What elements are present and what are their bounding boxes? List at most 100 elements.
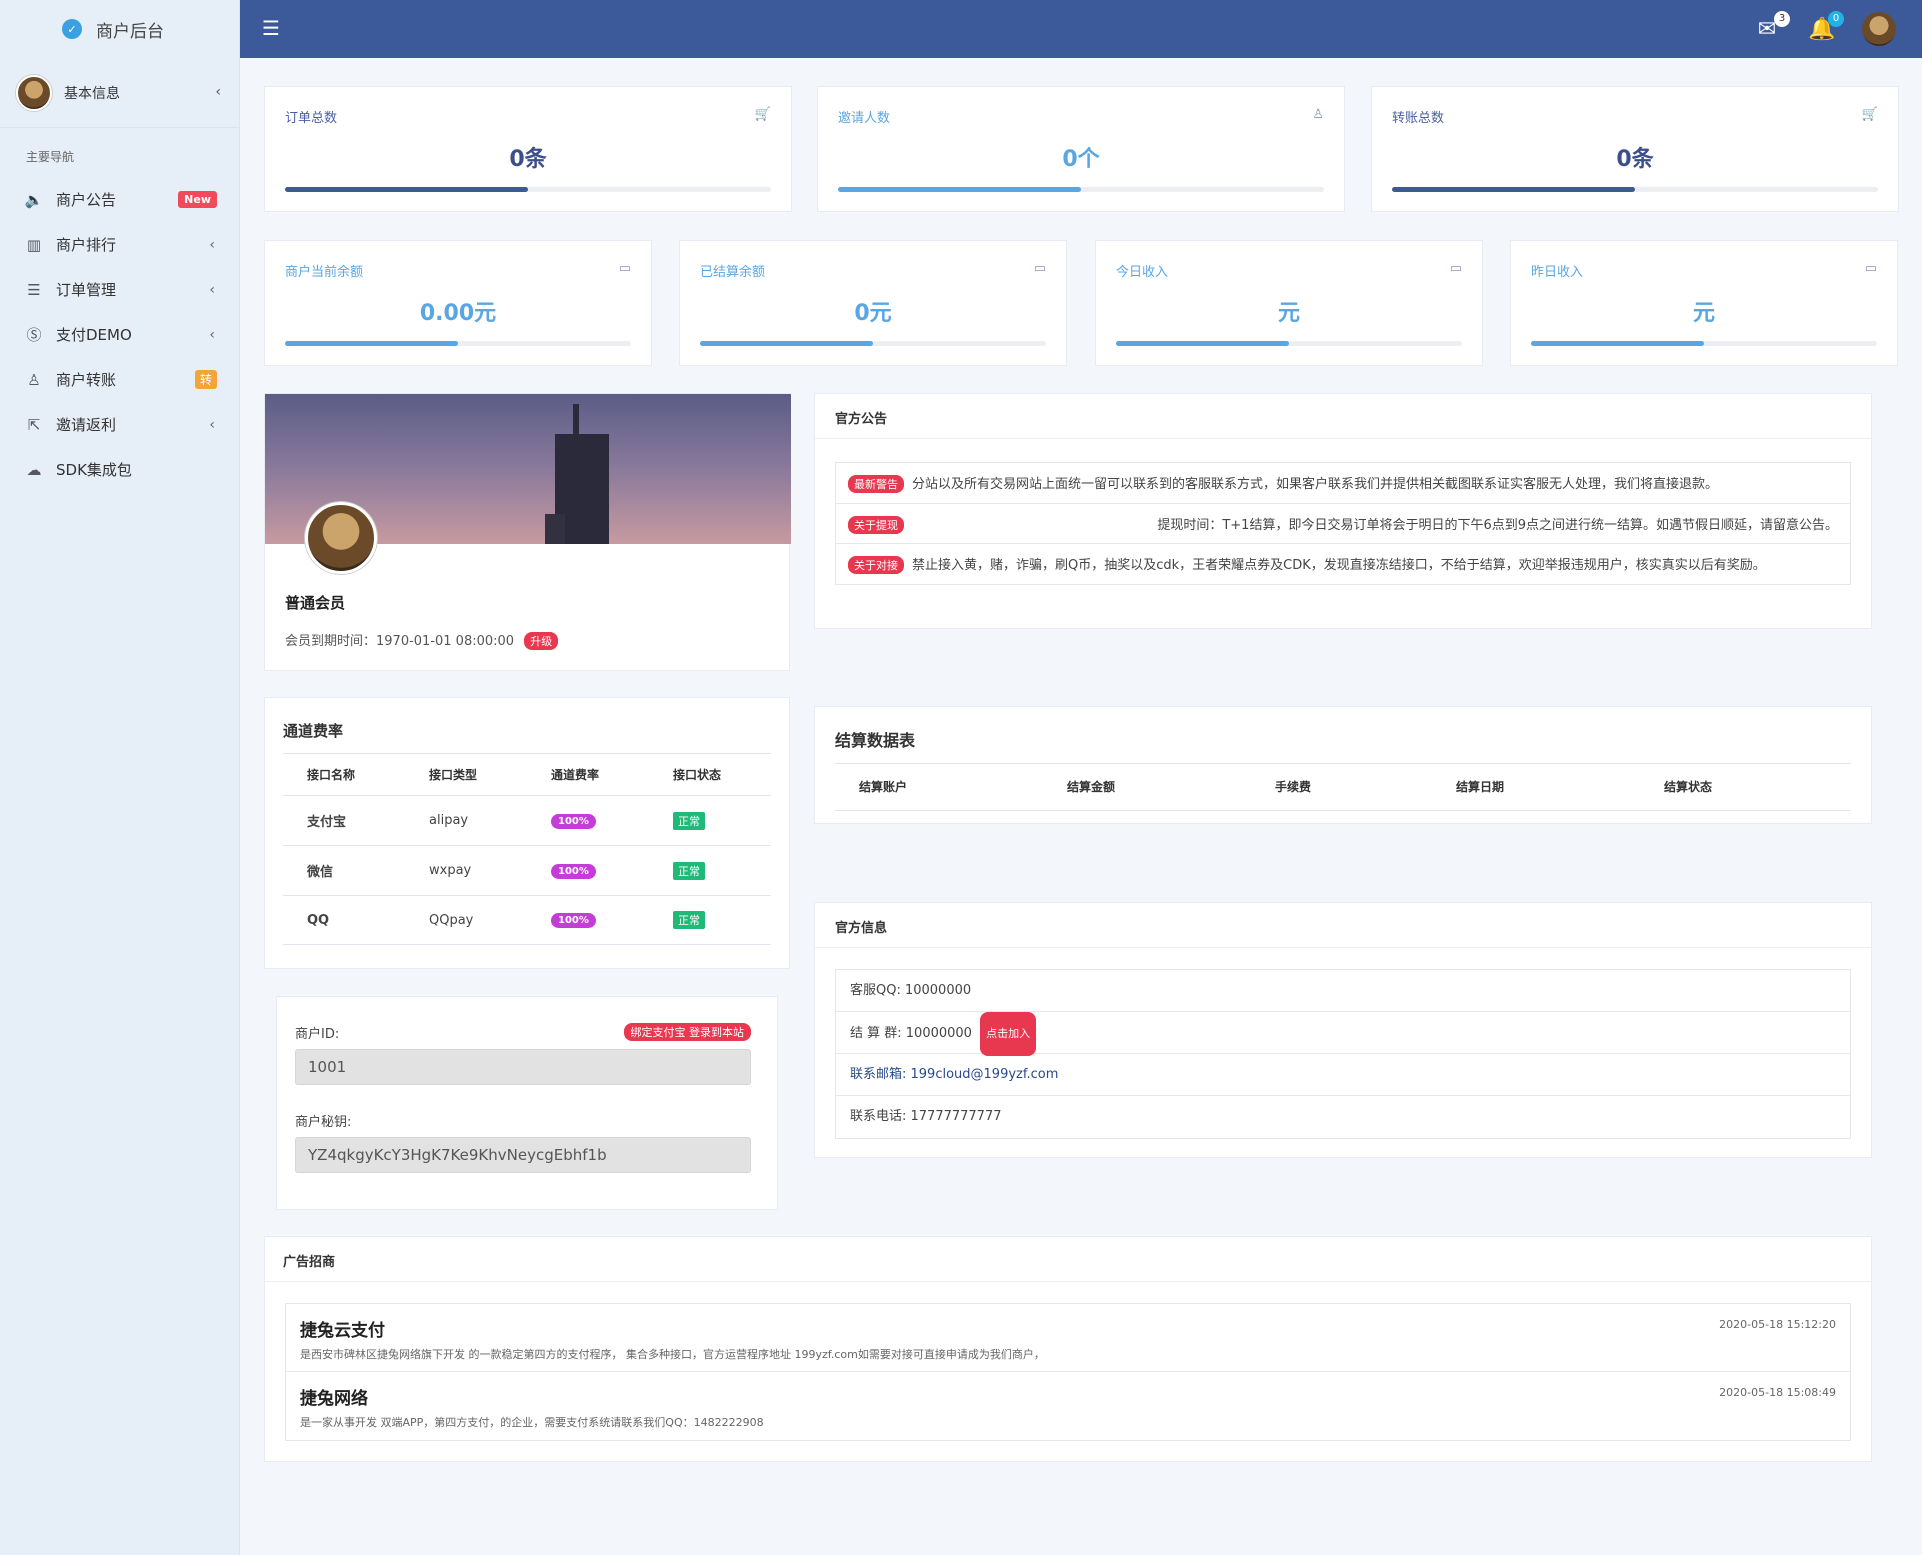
sidebar-item-3[interactable]: ☰ 订单管理 ‹ (0, 267, 239, 312)
list-item[interactable]: 捷兔网络是一家从事开发 双端APP，第四方支付，的企业，需要支付系统请联系我们Q… (286, 1372, 1850, 1440)
ads-card: 广告招商 捷兔云支付是西安市碑林区捷兔网络旗下开发 的一款稳定第四方的支付程序，… (264, 1236, 1872, 1462)
sidebar-item-label: 邀请返利 (56, 416, 117, 434)
stat-card: 今日收入 ▭ 元 (1095, 240, 1483, 366)
stat-value: 元 (1692, 301, 1715, 326)
stat-value: 0个 (1062, 147, 1100, 172)
notice-item: 关于提现 提现时间：T+1结算，即今日交易订单将会于明日的下午6点到9点之间进行统… (836, 504, 1850, 544)
bell-count-badge: 0 (1828, 10, 1844, 27)
avatar (16, 74, 52, 111)
sidebar-item-1[interactable]: 🔈 商户公告 New (0, 177, 239, 222)
merchant-key-field[interactable]: YZ4qkgyKcY3HgK7Ke9KhvNeycgEbhf1b (295, 1137, 751, 1173)
sidebar-item-7[interactable]: ☁ SDK集成包 (0, 447, 239, 492)
ad-title: 捷兔云支付 (300, 1321, 385, 1341)
ad-time: 2020-05-18 15:12:20 (1719, 1318, 1836, 1331)
ad-desc: 是西安市碑林区捷兔网络旗下开发 的一款稳定第四方的支付程序， 集合多种接口，官方… (300, 1348, 1045, 1361)
settlement-header-cell: 结算金额 (1067, 780, 1116, 794)
stat-title: 转账总数 (1392, 111, 1445, 126)
bell-icon[interactable]: 🔔 0 (1808, 10, 1844, 42)
notice-text: 禁止接入黄，赌，诈骗，刷Q币，抽奖以及cdk，王者荣耀点券及CDK，发现直接冻结… (912, 558, 1766, 573)
merchant-key-label: 商户秘钥: (295, 1115, 352, 1130)
status-badge: 正常 (673, 861, 705, 880)
ad-desc: 是一家从事开发 双端APP，第四方支付，的企业，需要支付系统请联系我们QQ：14… (300, 1416, 764, 1429)
announcement-title: 官方公告 (835, 412, 888, 427)
notice-text: 分站以及所有交易网站上面统一留可以联系到的客服联系方式，如果客户联系我们并提供相… (912, 477, 1719, 492)
official-info-list: 客服QQ: 10000000 结 算 群: 10000000 点击加入 联系邮箱… (835, 969, 1851, 1139)
cart-icon: 🛒 (1861, 107, 1878, 122)
upgrade-button[interactable]: 升级 (524, 632, 559, 650)
rate-type: wxpay (405, 845, 527, 896)
stat-progress (285, 341, 631, 346)
official-info-title: 官方信息 (835, 921, 888, 936)
brand[interactable]: ✓ 商户后台 (0, 0, 239, 58)
notice-tag: 最新警告 (848, 475, 904, 493)
merchant-id-field[interactable]: 1001 (295, 1049, 751, 1085)
join-group-button[interactable]: 点击加入 (980, 1012, 1037, 1056)
folder-icon: ▭ (1449, 261, 1462, 276)
stat-title: 昨日收入 (1531, 265, 1584, 280)
mail-icon[interactable]: ✉ 3 (1754, 10, 1790, 42)
rate-cell: 100% (527, 845, 649, 896)
table-row: 支付宝 alipay 100% 正常 (283, 795, 771, 846)
ads-list: 捷兔云支付是西安市碑林区捷兔网络旗下开发 的一款稳定第四方的支付程序， 集合多种… (285, 1303, 1851, 1441)
chevron-left-icon: ‹ (215, 84, 221, 100)
rate-name: 支付宝 (283, 795, 405, 846)
settlement-header-cell: 结算日期 (1456, 780, 1505, 794)
rate-badge: 100% (551, 813, 596, 829)
rate-type: alipay (405, 795, 527, 846)
settlement-title: 结算数据表 (835, 731, 916, 750)
menu-toggle-icon[interactable]: ☰ (262, 16, 280, 40)
bind-alipay-button[interactable]: 绑定支付宝 登录到本站 (623, 1023, 751, 1041)
sidebar-item-5[interactable]: ♙ 商户转账 转 (0, 357, 239, 402)
rate-cell: 100% (527, 795, 649, 846)
stat-value: 0条 (1616, 147, 1654, 172)
stat-title: 订单总数 (285, 111, 338, 126)
settlement-group-label: 结 算 群: 10000000 (850, 1026, 972, 1041)
contact-email[interactable]: 联系邮箱: 199cloud@199yzf.com (836, 1054, 1850, 1096)
list-icon: ☰ (27, 280, 41, 299)
bar-chart-icon: ▥ (26, 235, 42, 254)
sidebar-item-6[interactable]: ⇱ 邀请返利 ‹ (0, 402, 239, 447)
rates-header-cell: 通道费率 (527, 753, 649, 796)
mail-count-badge: 3 (1774, 10, 1790, 27)
user-panel[interactable]: 基本信息 ‹ (0, 58, 239, 128)
ad-title: 捷兔网络 (300, 1389, 368, 1409)
stat-card: 商户当前余额 ▭ 0.00元 (264, 240, 652, 366)
ads-title: 广告招商 (283, 1255, 336, 1270)
stat-title: 已结算余额 (700, 265, 766, 280)
sidebar-item-label: 商户转账 (56, 371, 117, 389)
stat-value: 0条 (509, 147, 547, 172)
cloud-icon: ☁ (26, 460, 42, 479)
rate-name: 微信 (283, 845, 405, 896)
notice-item: 最新警告 分站以及所有交易网站上面统一留可以联系到的客服联系方式，如果客户联系我们… (836, 463, 1850, 504)
notice-tag: 关于对接 (848, 556, 904, 574)
top-avatar[interactable] (1862, 12, 1896, 46)
user-icon: ♙ (27, 370, 41, 389)
sidebar-item-label: SDK集成包 (56, 461, 132, 479)
settlement-header-cell: 手续费 (1275, 780, 1312, 794)
table-row: 微信 wxpay 100% 正常 (283, 845, 771, 896)
table-row: QQ QQpay 100% 正常 (283, 895, 771, 945)
sidebar-item-4[interactable]: Ⓢ 支付DEMO ‹ (0, 312, 239, 357)
chevron-left-icon: ‹ (209, 281, 215, 298)
settlement-header-cell: 结算账户 (859, 780, 908, 794)
announcement-card: 官方公告 最新警告 分站以及所有交易网站上面统一留可以联系到的客服联系方式，如果客… (814, 393, 1872, 629)
stat-progress (1392, 187, 1878, 192)
nav-list: 🔈 商户公告 New ▥ 商户排行 ‹ ☰ 订单管理 ‹ Ⓢ 支付DEMO ‹ ♙ 商户转账 转 ⇱ 邀请返利 ‹… (0, 177, 239, 492)
rate-type: QQpay (405, 895, 527, 945)
sidebar-item-2[interactable]: ▥ 商户排行 ‹ (0, 222, 239, 267)
stat-progress (285, 187, 771, 192)
sidebar-item-label: 订单管理 (56, 281, 117, 299)
rates-card: 通道费率 接口名称 接口类型 通道费率 接口状态 支付宝 alipay 100% 正常 微信 w… (264, 697, 790, 969)
stat-progress (1531, 341, 1877, 346)
rates-header-cell: 接口名称 (283, 753, 405, 796)
stat-value: 0元 (854, 301, 892, 326)
list-item[interactable]: 捷兔云支付是西安市碑林区捷兔网络旗下开发 的一款稳定第四方的支付程序， 集合多种… (286, 1304, 1850, 1372)
brand-title: 商户后台 (96, 21, 164, 42)
nav-header: 主要导航 (26, 150, 75, 164)
rates-title: 通道费率 (283, 722, 344, 740)
service-qq: 客服QQ: 10000000 (836, 970, 1850, 1012)
stat-title: 商户当前余额 (285, 265, 364, 280)
notice-text: 提现时间：T+1结算，即今日交易订单将会于明日的下午6点到9点之间进行统一结算。… (1157, 518, 1838, 533)
stat-value: 元 (1277, 301, 1300, 326)
user-info-label: 基本信息 (64, 85, 120, 102)
